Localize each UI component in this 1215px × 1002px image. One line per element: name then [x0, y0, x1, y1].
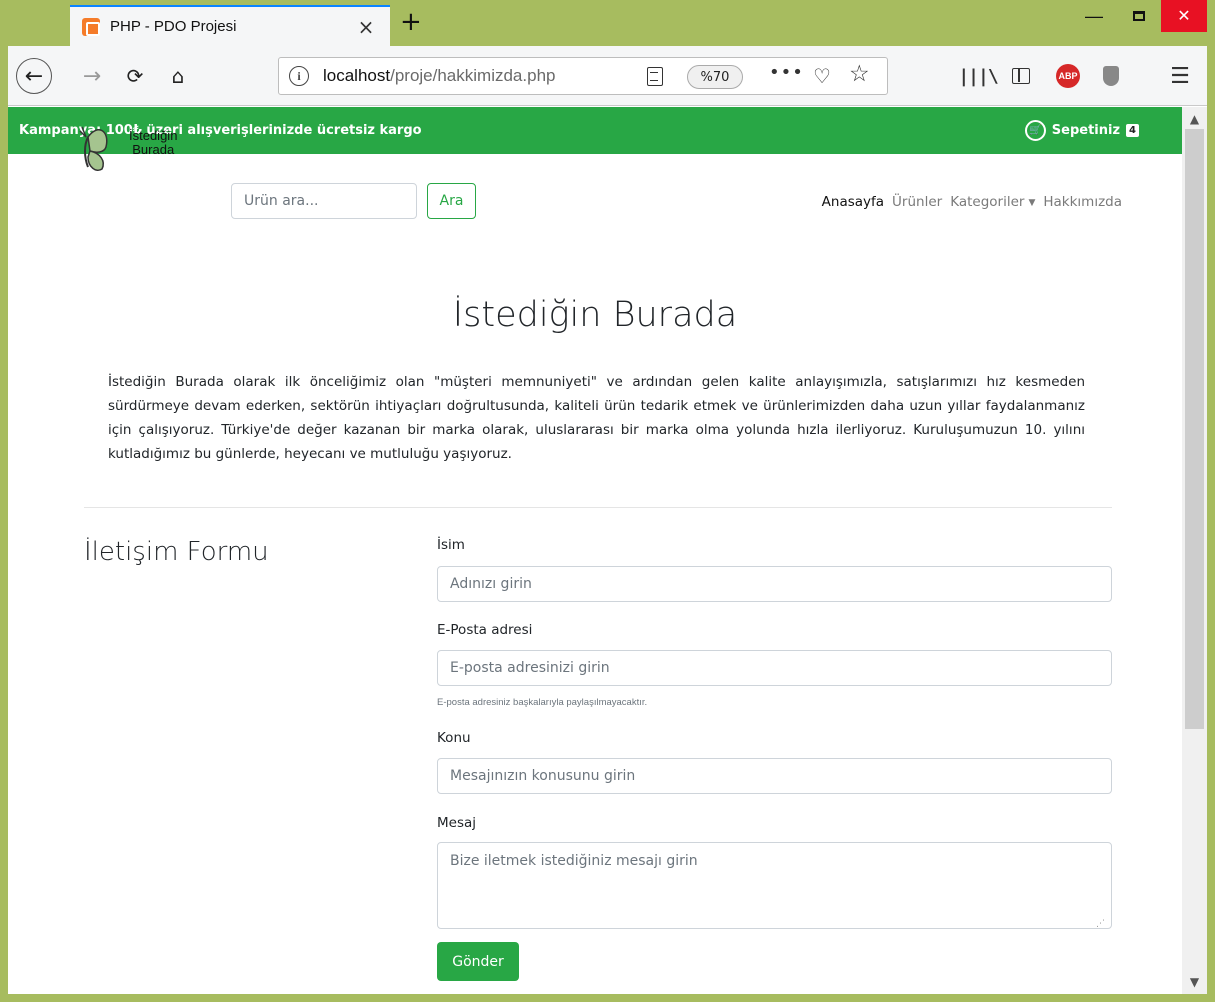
tab-close-icon[interactable]: ×	[354, 15, 378, 39]
search-input[interactable]	[231, 183, 417, 219]
adblock-badge: ABP	[1056, 64, 1080, 88]
butterfly-logo-icon	[79, 126, 108, 171]
home-icon[interactable]: ⌂	[163, 59, 193, 93]
logo-line-1: İstediğin	[129, 128, 178, 143]
sidebar-glyph	[1012, 68, 1030, 84]
email-input[interactable]	[437, 650, 1112, 686]
subject-label: Konu	[437, 730, 471, 746]
adblock-icon[interactable]: ABP	[1053, 62, 1083, 90]
email-help-text: E-posta adresiniz başkalarıyla paylaşılm…	[437, 697, 648, 708]
main-nav: Anasayfa Ürünler Kategoriler ▼ Hakkımızda	[822, 194, 1122, 210]
bookmark-star-icon[interactable]: ☆	[849, 61, 870, 87]
resize-grip-icon[interactable]: ⋰	[1096, 919, 1105, 929]
library-icon[interactable]: |||\	[958, 62, 998, 90]
section-divider	[84, 507, 1112, 508]
browser-window: PHP - PDO Projesi × + — ✕ ← → ⟳ ⌂ i loca…	[8, 0, 1207, 994]
forward-arrow-icon[interactable]: →	[78, 59, 106, 93]
submit-button[interactable]: Gönder	[437, 942, 519, 981]
reader-view-icon[interactable]	[647, 67, 663, 86]
tab-title: PHP - PDO Projesi	[110, 18, 237, 35]
page-content: Kampanya: 100₺ üzeri alışverişlerinizde …	[8, 107, 1182, 994]
scroll-thumb[interactable]	[1185, 129, 1204, 729]
url-text[interactable]: localhost/proje/hakkimizda.php	[323, 66, 555, 86]
search-button[interactable]: Ara	[427, 183, 476, 219]
maximize-icon	[1133, 11, 1145, 21]
cart-count-badge: 4	[1126, 124, 1139, 137]
contact-form-title: İletişim Formu	[84, 537, 269, 567]
hamburger-menu-icon[interactable]: ☰	[1165, 62, 1195, 90]
page-viewport: Kampanya: 100₺ üzeri alışverişlerinizde …	[8, 107, 1207, 994]
new-tab-button[interactable]: +	[400, 9, 422, 35]
sidebar-icon[interactable]	[1006, 62, 1036, 90]
page-title: İstediğin Burada	[452, 295, 738, 335]
back-arrow-icon[interactable]: ←	[16, 58, 52, 94]
reload-icon[interactable]: ⟳	[120, 59, 150, 93]
page-actions-icon[interactable]: •••	[769, 62, 804, 83]
message-label: Mesaj	[437, 815, 477, 831]
title-bar: PHP - PDO Projesi × + — ✕	[8, 0, 1207, 46]
email-label: E-Posta adresi	[437, 622, 533, 638]
maximize-button[interactable]	[1118, 0, 1160, 32]
nav-item-anasayfa[interactable]: Anasayfa	[822, 194, 884, 210]
browser-tab[interactable]: PHP - PDO Projesi ×	[70, 5, 390, 46]
url-host: localhost	[323, 66, 391, 85]
minimize-button[interactable]: —	[1073, 0, 1115, 32]
nav-item-hakkimizda[interactable]: Hakkımızda	[1043, 194, 1122, 210]
xampp-favicon-icon	[82, 17, 100, 36]
close-window-button[interactable]: ✕	[1161, 0, 1207, 32]
shield-icon[interactable]	[1096, 62, 1126, 90]
cart-link[interactable]: 🛒 Sepetiniz 4	[1024, 120, 1139, 141]
message-textarea[interactable]	[437, 842, 1112, 929]
scroll-up-icon[interactable]: ▲	[1182, 109, 1207, 129]
nav-item-urunler[interactable]: Ürünler	[892, 194, 942, 210]
logo-text: İstediğin Burada	[129, 129, 177, 157]
shield-glyph	[1103, 66, 1119, 86]
cart-label: Sepetiniz	[1051, 123, 1121, 138]
zoom-level-button[interactable]: %70	[687, 65, 743, 89]
about-paragraph: İstediğin Burada olarak ilk önceliğimiz …	[108, 374, 1085, 462]
nav-item-kategoriler-wrap[interactable]: Kategoriler ▼	[950, 194, 1035, 210]
scroll-down-icon[interactable]: ▼	[1182, 972, 1207, 992]
site-logo[interactable]: İstediğin Burada	[71, 121, 221, 171]
info-icon[interactable]: i	[289, 66, 309, 86]
name-input[interactable]	[437, 566, 1112, 602]
logo-line-2: Burada	[132, 142, 175, 157]
vertical-scrollbar[interactable]: ▲ ▼	[1182, 107, 1207, 994]
name-label: İsim	[437, 537, 465, 553]
subject-input[interactable]	[437, 758, 1112, 794]
nav-item-kategoriler: Kategoriler	[950, 194, 1025, 210]
pocket-icon[interactable]: ♡	[813, 64, 831, 88]
url-path: /proje/hakkimizda.php	[390, 66, 556, 85]
address-bar[interactable]: i localhost/proje/hakkimizda.php %70 •••…	[278, 57, 888, 95]
cart-icon: 🛒	[1024, 120, 1046, 141]
browser-toolbar: ← → ⟳ ⌂ i localhost/proje/hakkimizda.php…	[8, 46, 1207, 106]
caret-down-icon: ▼	[1028, 198, 1036, 208]
